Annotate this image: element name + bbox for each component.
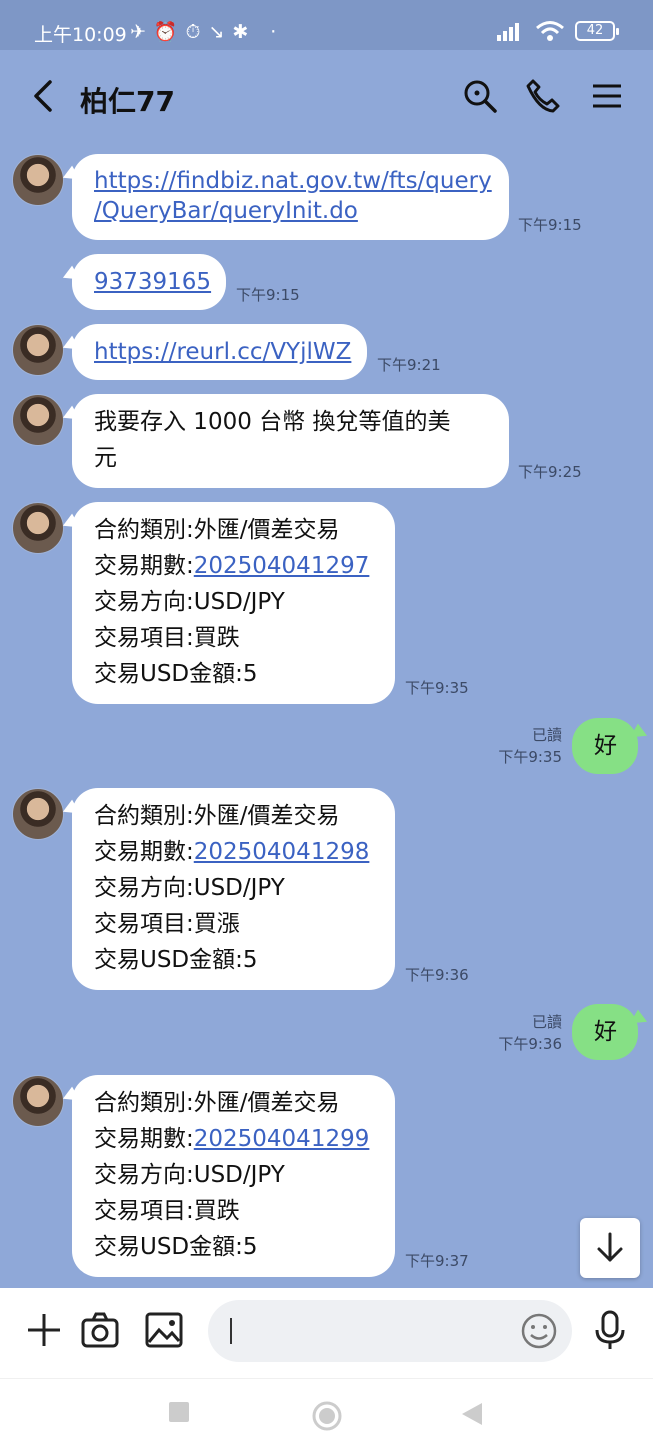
message-time: 下午9:21 <box>377 356 441 374</box>
avatar[interactable] <box>12 324 64 376</box>
image-icon[interactable] <box>144 1310 184 1350</box>
message-input-bar <box>0 1288 653 1378</box>
message-time: 下午9:35 <box>498 748 562 766</box>
text-cursor <box>230 1318 232 1344</box>
message-text: 我要存入 1000 台幣 換兌等值的美 <box>94 409 451 435</box>
message-text: 交易項目:買漲 <box>94 911 240 937</box>
message-text: 交易USD金額:5 <box>94 947 258 973</box>
message-link[interactable]: 202504041299 <box>194 1126 370 1152</box>
message-text: 交易項目:買跌 <box>94 625 240 651</box>
home-icon[interactable] <box>312 1401 342 1431</box>
message-text: 交易期數: <box>94 839 194 865</box>
battery-level: 42 <box>586 23 604 38</box>
recents-icon[interactable] <box>168 1401 190 1423</box>
status-right: 42 <box>497 20 619 42</box>
message-text: 交易期數: <box>94 1126 194 1152</box>
signal-icon <box>497 23 519 41</box>
message-text: 交易項目:買跌 <box>94 1198 240 1224</box>
message-time: 下午9:25 <box>518 463 582 481</box>
plus-icon[interactable] <box>24 1310 64 1350</box>
chat-area[interactable]: https://findbiz.nat.gov.tw/fts/query /Qu… <box>0 144 653 1288</box>
message-line: 交易期數:202504041297 <box>94 548 373 584</box>
avatar[interactable] <box>12 1075 64 1127</box>
avatar[interactable] <box>12 154 64 206</box>
message-time: 下午9:35 <box>405 679 469 697</box>
message-bubble[interactable]: 93739165 <box>72 254 226 310</box>
avatar[interactable] <box>12 788 64 840</box>
search-icon[interactable] <box>462 78 498 114</box>
message-text: 好 <box>594 1019 617 1045</box>
message-text: 合約類別:外匯/價差交易 <box>94 517 340 543</box>
message-time: 下午9:15 <box>236 286 300 304</box>
message-link[interactable]: https://findbiz.nat.gov.tw/fts/query <box>94 166 492 196</box>
camera-icon[interactable] <box>80 1310 120 1350</box>
message-bubble[interactable]: https://reurl.cc/VYjlWZ <box>72 324 367 380</box>
message-text: 合約類別:外匯/價差交易 <box>94 803 340 829</box>
arrow-down-icon <box>597 1232 623 1262</box>
contact-name[interactable]: 柏仁77 <box>80 80 175 120</box>
message-bubble[interactable]: 合約類別:外匯/價差交易 交易期數:202504041299 交易方向:USD/… <box>72 1075 395 1277</box>
message-bubble[interactable]: 合約類別:外匯/價差交易 交易期數:202504041297 交易方向:USD/… <box>72 502 395 704</box>
status-bar: 上午10:09 ✈⏰⏱↘✱ · 42 <box>0 0 653 50</box>
message-link[interactable]: 202504041297 <box>194 553 370 579</box>
system-nav-bar <box>0 1378 653 1452</box>
message-text: 元 <box>94 445 117 471</box>
message-text: 好 <box>594 733 617 759</box>
message-line: 交易期數:202504041298 <box>94 834 373 870</box>
message-line: 交易期數:202504041299 <box>94 1121 373 1157</box>
message-bubble[interactable]: 合約類別:外匯/價差交易 交易期數:202504041298 交易方向:USD/… <box>72 788 395 990</box>
scroll-to-bottom-button[interactable] <box>580 1218 640 1278</box>
message-link[interactable]: https://reurl.cc/VYjlWZ <box>94 339 351 365</box>
read-receipt: 已讀 下午9:36 <box>490 1011 562 1055</box>
message-text: 交易方向:USD/JPY <box>94 1162 285 1188</box>
message-text: 交易USD金額:5 <box>94 661 258 687</box>
message-time: 下午9:15 <box>518 216 582 234</box>
message-time: 下午9:37 <box>405 1252 469 1270</box>
status-icons: ✈⏰⏱↘✱ · <box>130 21 285 43</box>
mic-icon[interactable] <box>592 1310 628 1350</box>
read-status: 已讀 <box>531 1013 562 1031</box>
read-status: 已讀 <box>531 726 562 744</box>
message-text: 交易USD金額:5 <box>94 1234 258 1260</box>
wifi-icon <box>536 21 564 41</box>
avatar[interactable] <box>12 502 64 554</box>
message-input[interactable] <box>208 1300 572 1362</box>
battery-indicator: 42 <box>575 21 619 41</box>
message-text: 交易期數: <box>94 553 194 579</box>
sent-message-bubble[interactable]: 好 <box>572 718 638 774</box>
message-text: 交易方向:USD/JPY <box>94 589 285 615</box>
emoji-icon[interactable] <box>520 1312 558 1350</box>
message-link[interactable]: 202504041298 <box>194 839 370 865</box>
status-time: 上午10:09 <box>34 24 127 46</box>
phone-icon[interactable] <box>525 78 561 114</box>
read-receipt: 已讀 下午9:35 <box>490 724 562 768</box>
message-text: 合約類別:外匯/價差交易 <box>94 1090 340 1116</box>
back-nav-icon[interactable] <box>460 1401 484 1427</box>
message-time: 下午9:36 <box>405 966 469 984</box>
avatar[interactable] <box>12 394 64 446</box>
message-link[interactable]: 93739165 <box>94 269 211 295</box>
message-bubble[interactable]: https://findbiz.nat.gov.tw/fts/query /Qu… <box>72 154 509 240</box>
sent-message-bubble[interactable]: 好 <box>572 1004 638 1060</box>
message-bubble[interactable]: 我要存入 1000 台幣 換兌等值的美 元 <box>72 394 509 488</box>
message-time: 下午9:36 <box>498 1035 562 1053</box>
message-link[interactable]: /QueryBar/queryInit.do <box>94 196 487 226</box>
message-text: 交易方向:USD/JPY <box>94 875 285 901</box>
chat-header: 柏仁77 <box>0 50 653 144</box>
menu-icon[interactable] <box>589 78 625 114</box>
back-icon[interactable] <box>30 78 58 114</box>
